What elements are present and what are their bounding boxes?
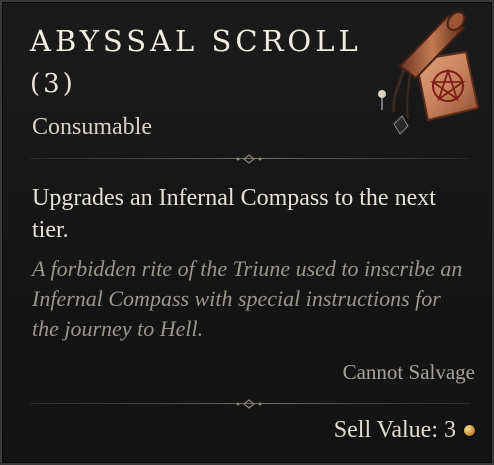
- item-flavor-text: A forbidden rite of the Triune used to i…: [32, 256, 463, 341]
- sell-value: Sell Value: 3: [334, 417, 475, 444]
- sell-value-label: Sell Value: 3: [333, 417, 456, 443]
- salvage-status: Cannot Salvage: [342, 360, 475, 384]
- item-type: Consumable: [32, 114, 152, 140]
- section-divider: [30, 153, 470, 165]
- divider-ornament-icon: [236, 399, 262, 409]
- abyssal-scroll-icon: [378, 11, 480, 135]
- divider-ornament-icon: [236, 154, 262, 164]
- gold-coin-icon: [464, 425, 475, 436]
- section-divider: [30, 398, 470, 410]
- item-tooltip: Abyssal Scroll (3) Consumable: [0, 0, 494, 465]
- item-stack-count: (3): [30, 69, 76, 99]
- item-name: Abyssal Scroll: [30, 24, 362, 58]
- item-description: Upgrades an Infernal Compass to the next…: [32, 185, 436, 243]
